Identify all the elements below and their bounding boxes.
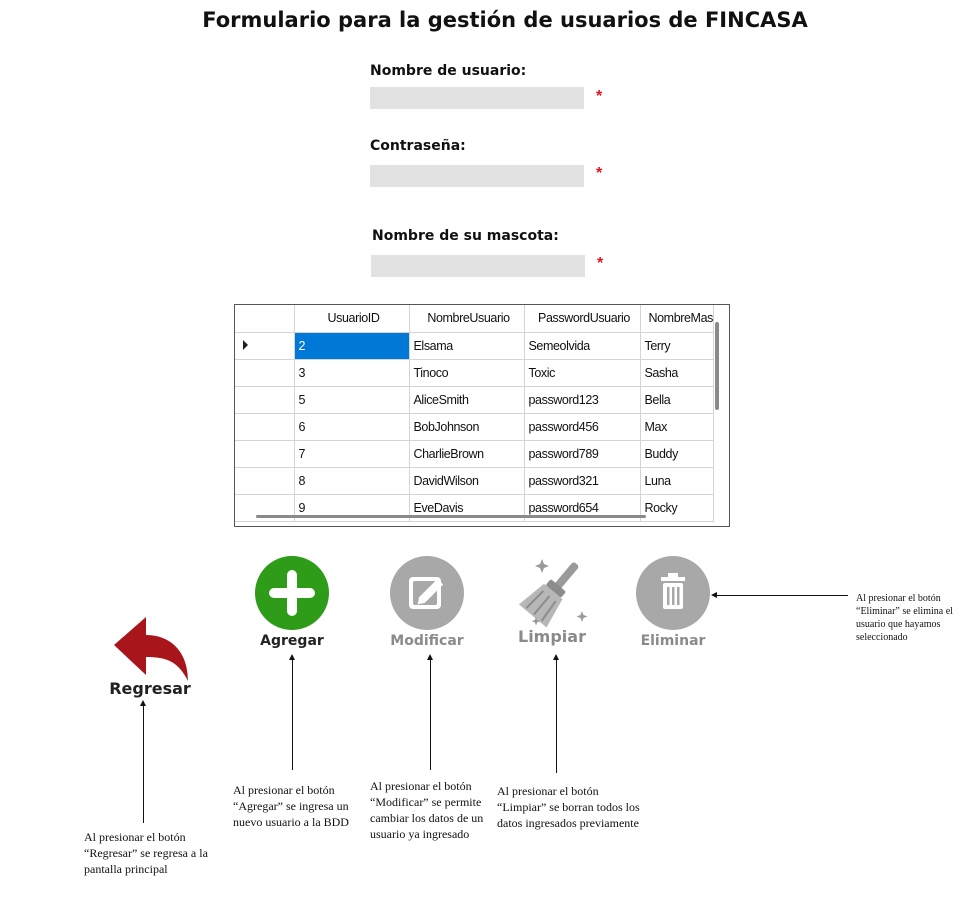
table-cell[interactable]: Buddy xyxy=(640,440,714,468)
table-cell[interactable]: Luna xyxy=(640,467,714,495)
eliminar-button[interactable]: Eliminar xyxy=(633,555,713,649)
users-data-grid[interactable]: UsuarioID NombreUsuario PasswordUsuario … xyxy=(234,304,730,527)
pet-name-label: Nombre de su mascota: xyxy=(372,228,559,244)
arrow-head-icon xyxy=(140,700,146,706)
table-cell[interactable]: 2 xyxy=(294,332,410,360)
annotation-eliminar: Al presionar el botón “Eliminar” se elim… xyxy=(856,593,953,643)
grid-horizontal-scrollbar[interactable] xyxy=(256,515,646,518)
plus-circle-icon xyxy=(255,556,329,630)
arrow-head-icon xyxy=(553,654,559,660)
table-cell[interactable]: Toxic xyxy=(524,359,641,387)
page-title: Formulario para la gestión de usuarios d… xyxy=(202,8,808,32)
limpiar-button[interactable]: Limpiar xyxy=(510,553,594,646)
agregar-button[interactable]: Agregar xyxy=(250,555,334,649)
table-row[interactable]: 7 CharlieBrown password789 Buddy xyxy=(235,440,714,468)
row-selector[interactable] xyxy=(235,467,295,495)
table-cell[interactable]: Elsama xyxy=(409,332,525,360)
table-row[interactable]: 5 AliceSmith password123 Bella xyxy=(235,386,714,414)
annotation-line-eliminar xyxy=(716,595,848,596)
regresar-label: Regresar xyxy=(109,679,191,698)
column-header-passwordusuario[interactable]: PasswordUsuario xyxy=(524,305,641,333)
row-selector[interactable] xyxy=(235,440,295,468)
username-required-mark: * xyxy=(596,88,603,105)
grid-vertical-scrollbar[interactable] xyxy=(715,322,719,410)
annotation-line-limpiar xyxy=(556,660,557,773)
pet-name-field[interactable] xyxy=(371,255,585,277)
table-cell[interactable]: password789 xyxy=(524,440,641,468)
table-row[interactable]: 6 BobJohnson password456 Max xyxy=(235,413,714,441)
table-cell[interactable]: password123 xyxy=(524,386,641,414)
annotation-line-agregar xyxy=(292,660,293,770)
annotation-regresar: Al presionar el botón “Regresar” se regr… xyxy=(84,830,208,876)
table-cell[interactable]: Max xyxy=(640,413,714,441)
table-cell[interactable]: Rocky xyxy=(640,494,714,522)
arrow-head-icon xyxy=(711,592,717,598)
table-cell[interactable]: 5 xyxy=(294,386,410,414)
back-arrow-icon xyxy=(114,617,188,681)
password-required-mark: * xyxy=(596,165,603,182)
annotation-modificar: Al presionar el botón “Modificar” se per… xyxy=(370,779,484,841)
row-selector[interactable] xyxy=(235,413,295,441)
agregar-label: Agregar xyxy=(260,633,324,649)
username-label: Nombre de usuario: xyxy=(370,63,527,79)
annotation-line-regresar xyxy=(143,706,144,823)
table-cell[interactable]: Semeolvida xyxy=(524,332,641,360)
annotation-line-modificar xyxy=(430,660,431,770)
table-cell[interactable]: AliceSmith xyxy=(409,386,525,414)
password-label: Contraseña: xyxy=(370,138,466,154)
annotation-agregar: Al presionar el botón “Agregar” se ingre… xyxy=(233,783,349,829)
row-header-corner xyxy=(235,305,295,333)
table-cell[interactable]: Bella xyxy=(640,386,714,414)
table-cell[interactable]: Tinoco xyxy=(409,359,525,387)
row-selector[interactable] xyxy=(235,332,295,360)
eliminar-label: Eliminar xyxy=(640,633,706,649)
arrow-head-icon xyxy=(289,654,295,660)
broom-icon xyxy=(518,559,588,628)
trash-icon xyxy=(636,556,710,630)
table-cell[interactable]: 3 xyxy=(294,359,410,387)
row-selector[interactable] xyxy=(235,359,295,387)
grid-header-row: UsuarioID NombreUsuario PasswordUsuario … xyxy=(235,305,714,333)
limpiar-label: Limpiar xyxy=(518,627,586,646)
table-cell[interactable]: Terry xyxy=(640,332,714,360)
row-selector[interactable] xyxy=(235,386,295,414)
password-field[interactable] xyxy=(370,165,584,187)
current-row-pointer-icon xyxy=(243,339,248,350)
table-cell[interactable]: password321 xyxy=(524,467,641,495)
table-cell[interactable]: 8 xyxy=(294,467,410,495)
annotation-limpiar: Al presionar el botón “Limpiar” se borra… xyxy=(497,784,640,830)
table-cell[interactable]: CharlieBrown xyxy=(409,440,525,468)
table-cell[interactable]: Sasha xyxy=(640,359,714,387)
username-field[interactable] xyxy=(370,87,584,109)
table-cell[interactable]: 6 xyxy=(294,413,410,441)
table-cell[interactable]: DavidWilson xyxy=(409,467,525,495)
column-header-nombremascota[interactable]: NombreMas xyxy=(640,305,714,333)
table-cell[interactable]: BobJohnson xyxy=(409,413,525,441)
pet-name-required-mark: * xyxy=(597,255,604,272)
table-cell[interactable]: 7 xyxy=(294,440,410,468)
table-cell[interactable]: password456 xyxy=(524,413,641,441)
column-header-nombreusuario[interactable]: NombreUsuario xyxy=(409,305,525,333)
table-row[interactable]: 2 Elsama Semeolvida Terry xyxy=(235,332,714,360)
arrow-head-icon xyxy=(427,654,433,660)
column-header-usuarioid[interactable]: UsuarioID xyxy=(294,305,410,333)
regresar-button[interactable]: Regresar xyxy=(105,615,195,698)
modificar-button[interactable]: Modificar xyxy=(383,555,471,649)
modificar-label: Modificar xyxy=(390,633,464,649)
table-row[interactable]: 8 DavidWilson password321 Luna xyxy=(235,467,714,495)
table-row[interactable]: 3 Tinoco Toxic Sasha xyxy=(235,359,714,387)
edit-icon xyxy=(390,556,464,630)
